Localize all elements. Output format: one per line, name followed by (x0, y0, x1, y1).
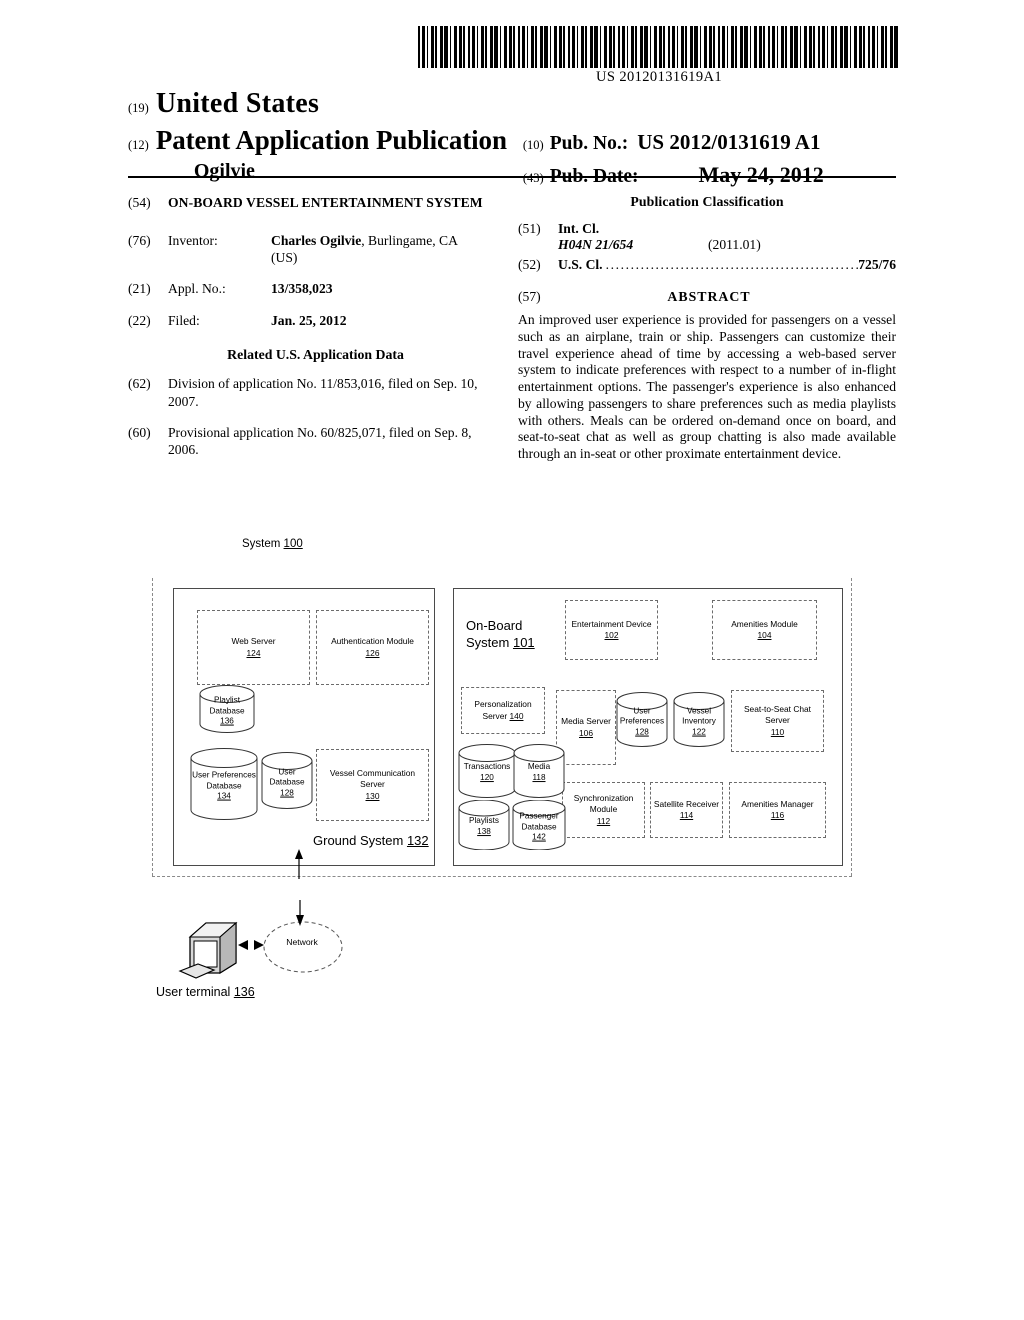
onboard-system-label: On-Board System 101 (466, 618, 535, 650)
box-authentication-module: Authentication Module 126 (316, 610, 429, 685)
publication-type: Patent Application Publication (155, 125, 507, 155)
cylinder-label: User Preferences 128 (619, 706, 665, 737)
entry-appl-no: (21) Appl. No.: 13/358,023 (128, 280, 503, 297)
cylinder-user-preferences-database: User Preferences Database 134 (190, 748, 258, 820)
provisional-text: Provisional application No. 60/825,071, … (168, 425, 472, 458)
publication-line: (12) Patent Application Publication Ogil… (128, 125, 896, 188)
cylinder-label: Passenger Database 142 (519, 811, 559, 842)
uscl-leader-dots: ........................................… (605, 257, 859, 272)
network-cloud-icon (263, 921, 343, 973)
abstract-heading-row: (57) ABSTRACT (518, 289, 896, 305)
figure-system-number: 100 (283, 538, 303, 550)
figure-bottom-divider (152, 876, 852, 877)
cylinder-label: Vessel Inventory 122 (682, 706, 716, 737)
uscl-label: U.S. Cl. (558, 257, 603, 272)
ipc-date: (2011.01) (708, 237, 761, 252)
code-62: (62) (128, 376, 151, 392)
pubdate-value: May 24, 2012 (698, 162, 824, 187)
right-bibliographic-column: Publication Classification (51) Int. Cl.… (518, 194, 896, 463)
related-application-heading: Related U.S. Application Data (227, 347, 404, 363)
cylinder-label: Media 118 (527, 762, 551, 782)
ground-system-label: Ground System 132 (313, 833, 429, 848)
entry-us-cl: (52) U.S. Cl. ..........................… (518, 257, 896, 273)
code-76: (76) (128, 232, 151, 248)
abstract-text: An improved user experience is provided … (518, 312, 896, 462)
code-10: (10) (522, 138, 544, 152)
box-amenities-module: Amenities Module 104 (712, 600, 817, 660)
applno-label: Appl. No.: (168, 281, 226, 297)
uscl-value: 725/76 (858, 257, 896, 272)
entry-title: (54) ON-BOARD VESSEL ENTERTAINMENT SYSTE… (128, 194, 503, 212)
code-12: (12) (128, 138, 149, 152)
pubno-value: US 2012/0131619 A1 (637, 130, 821, 154)
left-bibliographic-column: (54) ON-BOARD VESSEL ENTERTAINMENT SYSTE… (128, 194, 503, 473)
cylinder-passenger-database: Passenger Database 142 (512, 800, 566, 850)
cylinder-label: Playlist Database 136 (209, 695, 245, 726)
box-web-server: Web Server 124 (197, 610, 310, 685)
cylinder-label: Transactions 120 (463, 762, 511, 782)
applno-value: 13/358,023 (271, 281, 333, 297)
entry-filed: (22) Filed: Jan. 25, 2012 (128, 312, 503, 329)
cylinder-label: User Preferences Database 134 (192, 770, 256, 801)
box-synchronization-module: Synchronization Module 112 (562, 782, 645, 838)
cylinder-transactions: Transactions 120 (458, 744, 516, 798)
code-54: (54) (128, 195, 151, 210)
barcode-number: US 20120131619A1 (595, 69, 723, 85)
pubno-label: Pub. No.: (549, 133, 629, 154)
cylinder-playlist-database: Playlist Database 136 (199, 685, 255, 733)
cylinder-media: Media 118 (513, 744, 565, 798)
patent-title-block: (19) United States (12) Patent Applicati… (128, 88, 896, 188)
publication-meta: (10) Pub. No.: US 2012/0131619 A1 (43) P… (523, 130, 896, 188)
barcode-image (418, 26, 900, 68)
cylinder-label: User Database 128 (269, 767, 305, 798)
header-divider (128, 176, 896, 178)
inventor-label: Inventor: (168, 232, 218, 248)
cylinder-label: Playlists 138 (468, 816, 500, 836)
network-label: Network (286, 937, 318, 947)
inventor-name: Charles Ogilvie (271, 232, 362, 248)
cylinder-vessel-inventory: Vessel Inventory 122 (673, 692, 725, 747)
filed-label: Filed: (168, 312, 200, 328)
code-60: (60) (128, 425, 151, 441)
figure-system-label: System 100 (242, 538, 303, 550)
country-name: United States (155, 88, 320, 119)
pubno-line: (10) Pub. No.: US 2012/0131619 A1 (523, 130, 896, 155)
box-media-server: Media Server 106 (556, 690, 616, 765)
entry-inventor: (76) Inventor: Charles Ogilvie, Burlingam… (128, 232, 503, 267)
code-57: (57) (518, 289, 541, 304)
intcl-label: Int. Cl. (558, 221, 600, 236)
ipc-code: H04N 21/654 (558, 237, 634, 252)
invention-title: ON-BOARD VESSEL ENTERTAINMENT SYSTEM (168, 195, 483, 210)
division-text: Division of application No. 11/853,016, … (168, 376, 478, 409)
box-entertainment-device: Entertainment Device 102 (565, 600, 658, 660)
box-personalization-server: Personalization Server 140 (461, 687, 545, 734)
user-terminal-label: User terminal 136 (156, 985, 255, 999)
entry-int-cl: (51) Int. Cl. H04N 21/654 (2011.01) (518, 221, 896, 253)
code-43: (43) (522, 171, 544, 185)
box-vessel-communication-server: Vessel Communication Server 130 (316, 749, 429, 821)
cylinder-user-preferences: User Preferences 128 (616, 692, 668, 747)
cylinder-user-database: User Database 128 (261, 752, 313, 809)
publication-classification-heading: Publication Classification (630, 194, 784, 209)
country-line: (19) United States (128, 88, 896, 120)
entry-division: (62) Division of application No. 11/853,… (128, 375, 503, 410)
network-uplink-arrow (296, 900, 304, 926)
box-seat-to-seat-chat-server: Seat-to-Seat Chat Server 110 (731, 690, 824, 752)
abstract-heading: ABSTRACT (667, 289, 751, 304)
ground-system-uplink-arrow (295, 849, 303, 879)
inventor-surname: Ogilvie (193, 160, 255, 182)
code-51: (51) (518, 221, 541, 236)
pubdate-line: (43) Pub. Date: May 24, 2012 (523, 162, 896, 188)
filed-value: Jan. 25, 2012 (271, 312, 347, 328)
entry-provisional: (60) Provisional application No. 60/825,… (128, 424, 503, 459)
code-52: (52) (518, 257, 541, 272)
cylinder-playlists: Playlists 138 (458, 800, 510, 850)
box-amenities-manager: Amenities Manager 116 (729, 782, 826, 838)
code-22: (22) (128, 312, 151, 328)
code-21: (21) (128, 281, 151, 297)
box-satellite-receiver: Satellite Receiver 114 (650, 782, 723, 838)
code-19: (19) (128, 101, 149, 115)
barcode-area: US 20120131619A1 (418, 26, 900, 86)
